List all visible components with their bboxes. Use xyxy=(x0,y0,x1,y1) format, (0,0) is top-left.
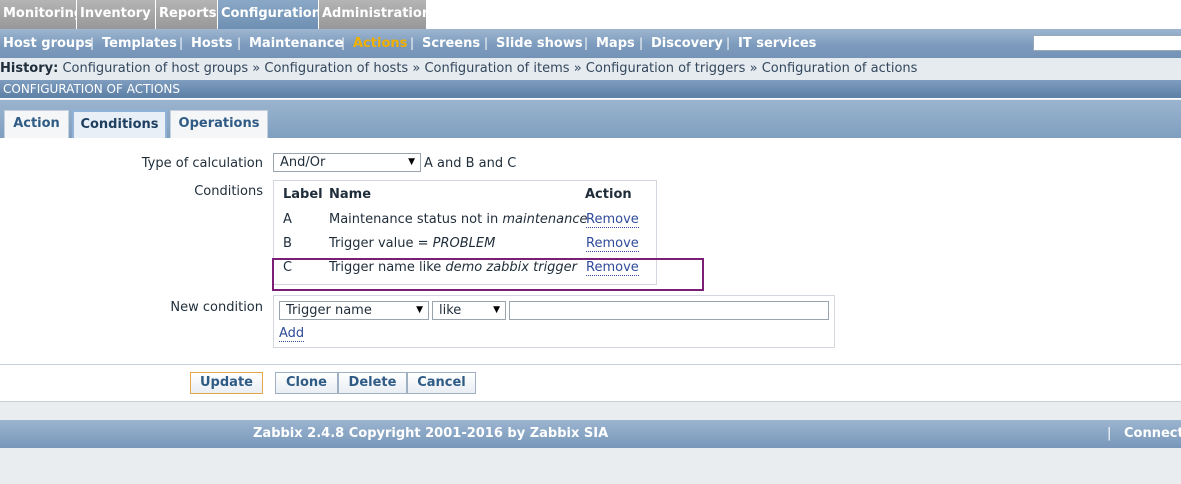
remove-condition-a-link[interactable]: Remove xyxy=(586,212,639,228)
top-menu-configuration[interactable]: Configuration xyxy=(218,0,321,29)
sub-menu-templates[interactable]: Templates xyxy=(102,29,177,58)
new-condition-box: Trigger name ▼ like ▼ Add xyxy=(273,295,835,348)
breadcrumb-separator: » xyxy=(252,61,261,76)
menu-separator: | xyxy=(726,36,731,50)
sub-menu-hosts[interactable]: Hosts xyxy=(191,29,233,58)
sub-menu-maps[interactable]: Maps xyxy=(596,29,635,58)
dropdown-arrow-icon: ▼ xyxy=(408,157,415,167)
tab-bar: Action Conditions Operations xyxy=(0,100,1181,138)
condition-row-b-name: Trigger value = PROBLEM xyxy=(329,236,495,251)
menu-separator: | xyxy=(484,36,489,50)
column-header-label: Label xyxy=(283,187,323,202)
condition-name-value: maintenance xyxy=(502,212,588,227)
history-link-items[interactable]: Configuration of items xyxy=(424,61,569,76)
menu-separator: | xyxy=(90,36,95,50)
sub-menu-discovery[interactable]: Discovery xyxy=(651,29,723,58)
history-label: History: xyxy=(0,61,59,76)
top-menu-monitoring[interactable]: Monitoring xyxy=(0,0,83,29)
cancel-button[interactable]: Cancel xyxy=(407,372,476,394)
top-menu-inventory[interactable]: Inventory xyxy=(77,0,156,29)
breadcrumb-separator: » xyxy=(412,61,421,76)
sub-menu-screens[interactable]: Screens xyxy=(422,29,480,58)
condition-name-text: Trigger value = xyxy=(329,236,433,251)
condition-row-a-name: Maintenance status not in maintenance xyxy=(329,212,588,227)
condition-value-input[interactable] xyxy=(509,301,829,320)
column-header-action: Action xyxy=(585,187,632,202)
type-of-calculation-select[interactable]: And/Or ▼ xyxy=(273,153,421,172)
menu-separator: | xyxy=(179,36,184,50)
add-condition-link[interactable]: Add xyxy=(279,326,305,342)
button-bar: Update Clone Delete Cancel xyxy=(0,365,1181,402)
calculation-formula: A and B and C xyxy=(424,156,517,171)
remove-condition-b-link[interactable]: Remove xyxy=(586,236,639,252)
condition-name-value: PROBLEM xyxy=(432,236,496,251)
top-menu-reports[interactable]: Reports xyxy=(156,0,218,29)
sub-menu-host-groups[interactable]: Host groups xyxy=(3,29,92,58)
footer-separator: | xyxy=(1107,426,1112,441)
highlight-box xyxy=(272,258,704,291)
history-link-hosts[interactable]: Configuration of hosts xyxy=(264,61,408,76)
top-menu: Monitoring Inventory Reports Configurati… xyxy=(0,0,1181,29)
new-condition-label: New condition xyxy=(170,300,263,315)
menu-separator: | xyxy=(584,36,589,50)
history-link-actions[interactable]: Configuration of actions xyxy=(762,61,918,76)
type-of-calculation-value: And/Or xyxy=(280,155,326,170)
history-breadcrumb: History: Configuration of host groups » … xyxy=(0,58,1181,80)
tab-conditions[interactable]: Conditions xyxy=(72,110,167,138)
menu-separator: | xyxy=(341,36,346,50)
conditions-label: Conditions xyxy=(194,184,263,199)
section-title: CONFIGURATION OF ACTIONS xyxy=(0,80,1181,99)
sub-menu: Host groups | Templates | Hosts | Mainte… xyxy=(0,29,1181,58)
footer-copyright: Zabbix 2.4.8 Copyright 2001-2016 by Zabb… xyxy=(253,426,609,441)
sub-menu-actions[interactable]: Actions xyxy=(353,29,407,58)
condition-type-value: Trigger name xyxy=(286,303,372,318)
condition-type-select[interactable]: Trigger name ▼ xyxy=(279,301,429,320)
dropdown-arrow-icon: ▼ xyxy=(493,305,500,315)
menu-separator: | xyxy=(410,36,415,50)
tab-operations[interactable]: Operations xyxy=(170,110,268,138)
menu-separator: | xyxy=(237,36,242,50)
clone-button[interactable]: Clone xyxy=(275,372,338,394)
menu-separator: | xyxy=(639,36,644,50)
column-header-name: Name xyxy=(329,187,372,202)
condition-row-b-label: B xyxy=(283,236,292,251)
footer-status: Connected xyxy=(1124,426,1181,441)
update-button[interactable]: Update xyxy=(190,372,263,394)
history-link-host-groups[interactable]: Configuration of host groups xyxy=(62,61,248,76)
sub-menu-slide-shows[interactable]: Slide shows xyxy=(496,29,583,58)
breadcrumb-separator: » xyxy=(749,61,758,76)
dropdown-arrow-icon: ▼ xyxy=(416,305,423,315)
footer: Zabbix 2.4.8 Copyright 2001-2016 by Zabb… xyxy=(0,420,1181,448)
history-link-triggers[interactable]: Configuration of triggers xyxy=(586,61,746,76)
top-menu-administration[interactable]: Administration xyxy=(319,0,431,29)
breadcrumb-separator: » xyxy=(573,61,582,76)
condition-row-a-label: A xyxy=(283,212,292,227)
sub-menu-it-services[interactable]: IT services xyxy=(738,29,816,58)
sub-menu-maintenance[interactable]: Maintenance xyxy=(249,29,343,58)
condition-name-text: Maintenance status not in xyxy=(329,212,503,227)
type-of-calculation-label: Type of calculation xyxy=(141,156,263,171)
delete-button[interactable]: Delete xyxy=(338,372,407,394)
search-input[interactable] xyxy=(1033,35,1181,51)
condition-operator-value: like xyxy=(439,303,462,318)
tab-action[interactable]: Action xyxy=(4,110,69,138)
condition-operator-select[interactable]: like ▼ xyxy=(432,301,506,320)
